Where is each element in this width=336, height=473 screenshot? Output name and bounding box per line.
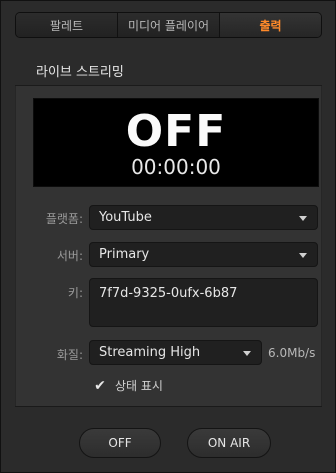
tab-output[interactable]: 출력 xyxy=(220,13,321,37)
status-checkbox-label: 상태 표시 xyxy=(115,379,163,393)
on-air-button[interactable]: ON AIR xyxy=(187,428,271,458)
checkmark-icon: ✔ xyxy=(94,377,106,394)
platform-select[interactable]: YouTube xyxy=(89,205,318,230)
tab-media-player[interactable]: 미디어 플레이어 xyxy=(118,13,220,37)
server-select[interactable]: Primary xyxy=(89,242,318,267)
stream-timer: 00:00:00 xyxy=(131,155,221,179)
off-button[interactable]: OFF xyxy=(79,428,161,458)
status-checkbox[interactable]: ✔ xyxy=(93,379,107,393)
quality-label: 화질: xyxy=(56,348,83,362)
status-display: OFF 00:00:00 xyxy=(33,98,319,187)
quality-select[interactable]: Streaming High xyxy=(89,340,262,365)
show-status-option[interactable]: ✔ 상태 표시 xyxy=(93,377,163,394)
bitrate-value: 6.0Mb/s xyxy=(268,346,316,360)
tab-bar: 팔레트 미디어 플레이어 출력 xyxy=(15,12,322,38)
live-stream-panel: 팔레트 미디어 플레이어 출력 라이브 스트리밍 OFF 00:00:00 플랫… xyxy=(0,0,336,473)
server-label: 서버: xyxy=(56,249,83,263)
footer xyxy=(15,406,322,466)
key-label: 키: xyxy=(67,286,83,300)
stream-status: OFF xyxy=(125,106,227,157)
stream-key-field[interactable]: 7f7d-9325-0ufx-6b87 xyxy=(89,278,318,327)
section-title: 라이브 스트리밍 xyxy=(36,65,124,80)
platform-label: 플랫폼: xyxy=(45,212,83,226)
tab-palette[interactable]: 팔레트 xyxy=(16,13,118,37)
